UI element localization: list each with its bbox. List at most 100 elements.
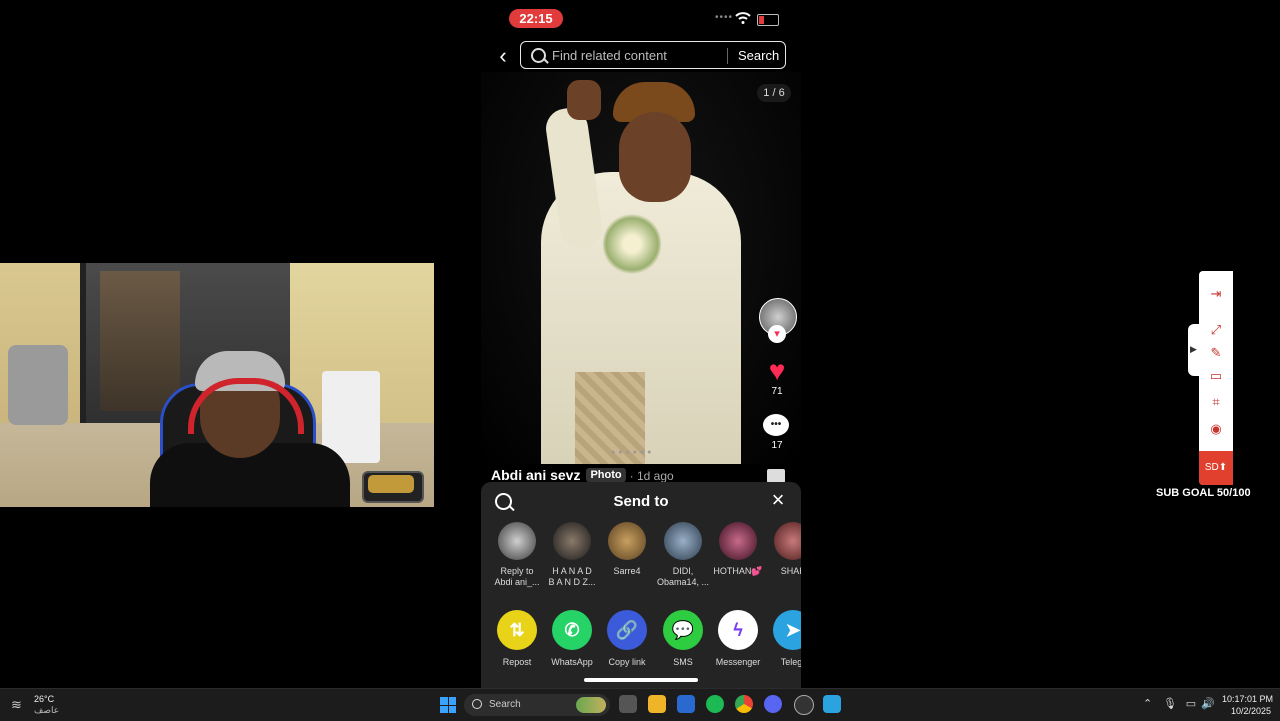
clock-date[interactable]: 10/2/2025	[1231, 706, 1271, 716]
wind-icon[interactable]: ≋	[11, 697, 29, 712]
link-icon: 🔗	[607, 610, 647, 650]
page-counter: 1 / 6	[757, 84, 791, 102]
search-input[interactable]: Find related content	[552, 48, 667, 63]
contact-item[interactable]: SHAK	[765, 522, 801, 577]
webcam-door-glass	[100, 271, 180, 411]
post-photo[interactable]	[481, 72, 801, 464]
contact-item[interactable]: HOTHAN💕	[710, 522, 766, 577]
app-label: Telegr	[780, 657, 801, 667]
signal-dots-icon: ••••	[715, 12, 734, 23]
expand-icon[interactable]: ⤢	[1207, 321, 1225, 339]
discord-icon[interactable]	[764, 695, 782, 713]
screen-tool-panel: ⇥ ⤢ ✎ ▭ ⌗ ◉ SD⬆	[1199, 271, 1233, 485]
sd-upload-button[interactable]: SD⬆	[1199, 451, 1233, 485]
messenger-icon: ϟ	[718, 610, 758, 650]
post-time: · 1d ago	[629, 469, 674, 483]
taskbar: ≋ 26°C عاصف Search ⌃ 🎙 ▭ 🔊 10:17:01 PM 1…	[0, 688, 1280, 721]
search-icon	[531, 48, 546, 63]
close-icon[interactable]: ×	[767, 488, 789, 512]
search-button[interactable]: Search	[738, 48, 779, 63]
whatsapp-icon: ✆	[552, 610, 592, 650]
contact-name: Reply to Abdi ani_...	[494, 566, 540, 587]
telegram-icon: ➤	[773, 610, 801, 650]
sub-goal-label: SUB GOAL 50/100	[1156, 487, 1251, 499]
repost-icon: ⇅	[497, 610, 537, 650]
telegram-button[interactable]: ➤ Telegr	[765, 610, 801, 667]
spotify-icon[interactable]	[706, 695, 724, 713]
avatar	[774, 522, 801, 560]
app-label: Messenger	[715, 657, 761, 667]
photo-face	[619, 112, 691, 202]
app-label: Repost	[502, 657, 532, 667]
store-icon[interactable]	[677, 695, 695, 713]
pen-icon[interactable]: ✎	[1207, 344, 1225, 362]
taskbar-search[interactable]: Search	[464, 694, 610, 716]
taskbar-search-label: Search	[489, 699, 521, 710]
post-caption: Abdi ani sevz Photo · 1d ago	[491, 467, 674, 483]
share-sheet: Send to × Reply to Abdi ani_... H A N A …	[481, 482, 801, 690]
weather-temp[interactable]: 26°C	[34, 694, 54, 704]
exit-icon[interactable]: ⇥	[1207, 285, 1225, 303]
crop-icon[interactable]: ⌗	[1207, 393, 1225, 411]
back-icon[interactable]: ‹	[491, 44, 515, 68]
search-icon	[472, 699, 482, 709]
status-time: 22:15	[509, 9, 563, 28]
author-name[interactable]: Abdi ani sevz	[491, 467, 580, 483]
search-highlight-icon	[576, 697, 606, 713]
contact-item[interactable]: H A N A D B A N D Z...	[544, 522, 600, 588]
whatsapp-button[interactable]: ✆ WhatsApp	[544, 610, 600, 667]
comment-dots-icon: •••	[770, 419, 782, 430]
search-divider	[727, 48, 728, 64]
photo-badge: Photo	[586, 468, 626, 482]
task-view-icon[interactable]	[619, 695, 637, 713]
contact-item[interactable]: Sarre4	[599, 522, 655, 577]
file-explorer-icon[interactable]	[648, 695, 666, 713]
phone-screen: 22:15 •••• ‹ Find related content Search…	[481, 0, 801, 690]
home-indicator[interactable]	[584, 678, 698, 682]
sms-button[interactable]: 💬 SMS	[655, 610, 711, 667]
record-icon[interactable]: ◉	[1207, 420, 1225, 438]
battery-icon	[757, 14, 779, 26]
app-icon[interactable]	[823, 695, 841, 713]
photo-flowers	[603, 212, 661, 276]
avatar	[553, 522, 591, 560]
comment-count: 17	[771, 440, 783, 451]
contact-item[interactable]: Reply to Abdi ani_...	[489, 522, 545, 588]
app-label: WhatsApp	[551, 657, 593, 667]
contact-name: DIDI, Obama14, ...	[656, 566, 710, 587]
avatar	[498, 522, 536, 560]
clock-time[interactable]: 10:17:01 PM	[1222, 694, 1273, 704]
share-app-list: ⇅ Repost ✆ WhatsApp 🔗 Copy link 💬 SMS ϟ …	[489, 610, 801, 670]
search-bar[interactable]: Find related content Search	[520, 41, 786, 69]
chevron-up-icon[interactable]: ⌃	[1143, 697, 1152, 710]
rectangle-icon[interactable]: ▭	[1207, 367, 1225, 385]
photo-hand	[567, 80, 601, 120]
contact-name: H A N A D B A N D Z...	[548, 566, 596, 587]
heart-icon[interactable]: ♥	[761, 356, 793, 386]
chrome-icon[interactable]	[735, 695, 753, 713]
wifi-icon	[735, 12, 751, 24]
network-icon[interactable]: ▭	[1184, 698, 1198, 710]
windows-start-icon[interactable]	[440, 697, 456, 713]
repost-button[interactable]: ⇅ Repost	[489, 610, 545, 667]
carousel-dots: ●●●●●●	[611, 449, 655, 456]
contact-item[interactable]: DIDI, Obama14, ...	[655, 522, 711, 588]
app-label: Copy link	[608, 657, 646, 667]
follow-plus-icon[interactable]: ▾	[768, 325, 786, 343]
sheet-title: Send to	[613, 493, 669, 510]
weather-desc[interactable]: عاصف	[34, 705, 59, 716]
webcam-chair	[8, 345, 68, 425]
contact-name: Sarre4	[613, 566, 641, 576]
share-icon[interactable]	[767, 469, 785, 483]
contact-list: Reply to Abdi ani_... H A N A D B A N D …	[489, 522, 801, 592]
webcam-overlay	[0, 263, 434, 507]
chevron-right-icon: ▶	[1190, 344, 1197, 354]
avatar	[608, 522, 646, 560]
volume-icon[interactable]: 🔊	[1201, 698, 1215, 710]
obs-icon[interactable]	[794, 695, 814, 715]
messenger-button[interactable]: ϟ Messenger	[710, 610, 766, 667]
microphone-icon[interactable]: 🎙	[1163, 698, 1177, 710]
copy-link-button[interactable]: 🔗 Copy link	[599, 610, 655, 667]
food	[368, 475, 414, 493]
avatar	[719, 522, 757, 560]
